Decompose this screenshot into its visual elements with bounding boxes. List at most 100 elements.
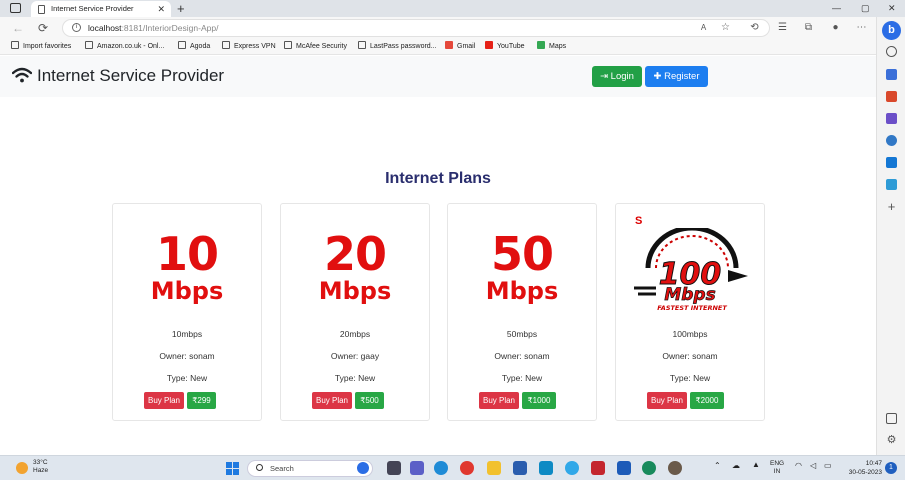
fav-lastpass[interactable]: LastPass password...	[358, 41, 437, 52]
brand[interactable]: Internet Service Provider	[11, 66, 225, 86]
task-view-icon[interactable]	[387, 461, 401, 475]
extensions-icon[interactable]: ⟲	[749, 22, 760, 33]
price-badge: ₹2000	[690, 392, 724, 409]
favorite-star-icon[interactable]: ☆	[720, 22, 731, 33]
minimize-button[interactable]: —	[832, 0, 841, 17]
vscode-icon[interactable]	[565, 461, 579, 475]
fav-express-vpn[interactable]: Express VPN	[222, 41, 276, 52]
word-icon[interactable]	[617, 461, 631, 475]
gmail-icon	[445, 41, 453, 49]
search-icon	[256, 464, 263, 471]
bing-icon	[357, 462, 369, 474]
maximize-button[interactable]: ▢	[861, 0, 870, 17]
clock[interactable]: 10:47 30-05-2023	[842, 459, 882, 477]
new-tab-button[interactable]: +	[177, 0, 185, 17]
plan-type: Type: New	[669, 373, 711, 383]
workspaces-icon[interactable]	[10, 3, 21, 13]
browser-tab[interactable]: Internet Service Provider ✕	[31, 1, 171, 17]
plan-card: 10 Mbps 10mbps Owner: sonam Type: New Buy…	[112, 203, 262, 421]
plan-card: 50 Mbps 50mbps Owner: sonam Type: New Buy…	[447, 203, 597, 421]
close-window-button[interactable]: ✕	[888, 0, 896, 17]
language-indicator[interactable]: ENG IN	[770, 460, 784, 476]
mcafee-icon[interactable]	[591, 461, 605, 475]
edge-sidebar: b + ⚙	[876, 17, 905, 455]
file-explorer-icon[interactable]	[487, 461, 501, 475]
chrome-icon[interactable]	[460, 461, 474, 475]
fav-agoda[interactable]: Agoda	[178, 41, 210, 52]
weather-widget[interactable]: 33°C Haze	[33, 459, 48, 475]
outlook-icon[interactable]	[886, 157, 897, 168]
battery-icon[interactable]: ▭	[824, 462, 832, 470]
bing-chat-icon[interactable]: b	[882, 21, 901, 40]
plan-image: 10 Mbps	[150, 227, 224, 305]
cloud-icon[interactable]: ☁	[732, 462, 740, 470]
svg-text:Mbps: Mbps	[664, 285, 715, 305]
games-icon[interactable]	[886, 113, 897, 124]
edge-icon[interactable]	[434, 461, 448, 475]
page-icon	[38, 5, 45, 14]
tray-app-icon[interactable]: ▲	[752, 461, 760, 469]
plan-owner: Owner: sonam	[662, 351, 718, 361]
notification-badge[interactable]: 1	[885, 462, 897, 474]
fav-mcafee[interactable]: McAfee Security	[284, 41, 347, 52]
fav-import[interactable]: Import favorites	[11, 41, 71, 52]
chat-icon[interactable]	[410, 461, 424, 475]
app-icon[interactable]	[668, 461, 682, 475]
fav-maps[interactable]: Maps	[537, 41, 566, 52]
fav-gmail[interactable]: Gmail	[445, 41, 475, 52]
youtube-icon	[485, 41, 493, 49]
site-navbar: Internet Service Provider ⇥ Login ✚ Regi…	[0, 56, 876, 97]
price-badge: ₹1000	[522, 392, 556, 409]
office-icon[interactable]	[886, 135, 897, 146]
refresh-icon[interactable]: ⟳	[38, 20, 48, 36]
taskbar-search[interactable]: Search	[247, 460, 373, 477]
url-bar[interactable]: i localhost:8181/InteriorDesign-App/	[62, 19, 770, 37]
plan-card: 20 Mbps 20mbps Owner: gaay Type: New Buy …	[280, 203, 430, 421]
wifi-icon[interactable]: ◠	[795, 462, 802, 470]
collections-icon[interactable]: ⧉	[803, 22, 814, 33]
login-button[interactable]: ⇥ Login	[592, 66, 642, 87]
tray-chevron-icon[interactable]: ⌃	[714, 462, 721, 470]
search-placeholder: Search	[270, 464, 294, 473]
plan-type: Type: New	[166, 373, 208, 383]
settings-gear-icon[interactable]: ⚙	[886, 435, 897, 446]
pulse-icon[interactable]	[539, 461, 553, 475]
store-icon[interactable]	[513, 461, 527, 475]
sidebar-toggle-icon[interactable]	[886, 413, 897, 424]
profile-icon[interactable]: ●	[830, 22, 841, 33]
brand-title: Internet Service Provider	[37, 66, 225, 85]
weather-haze-icon[interactable]	[16, 462, 28, 474]
plan-owner: Owner: sonam	[494, 351, 550, 361]
tools-icon[interactable]	[886, 91, 897, 102]
register-button[interactable]: ✚ Register	[645, 66, 708, 87]
more-menu-icon[interactable]: ⋯	[856, 22, 867, 33]
buy-plan-button[interactable]: Buy Plan	[144, 392, 184, 409]
page-icon	[222, 41, 230, 49]
buy-plan-button[interactable]: Buy Plan	[479, 392, 519, 409]
windows-start-icon[interactable]	[226, 462, 239, 475]
import-icon	[11, 41, 19, 49]
brand-logo-icon: S	[635, 215, 643, 227]
page-icon	[358, 41, 366, 49]
speedometer-logo: 100 Mbps FASTEST INTERNET	[634, 228, 748, 312]
fav-amazon[interactable]: Amazon.co.uk - Onl...	[85, 41, 164, 52]
search-icon[interactable]	[886, 46, 897, 57]
volume-icon[interactable]: ◁	[810, 462, 816, 470]
buy-plan-button[interactable]: Buy Plan	[647, 392, 687, 409]
favorites-icon[interactable]: ☰	[777, 22, 788, 33]
edge-dev-icon[interactable]	[642, 461, 656, 475]
fav-youtube[interactable]: YouTube	[485, 41, 525, 52]
address-toolbar: ← ⟳ i localhost:8181/InteriorDesign-App/…	[0, 17, 876, 39]
add-icon[interactable]: +	[886, 200, 897, 213]
page-icon	[178, 41, 186, 49]
buy-plan-button[interactable]: Buy Plan	[312, 392, 352, 409]
shopping-icon[interactable]	[886, 69, 897, 80]
read-aloud-icon[interactable]: A	[698, 22, 709, 33]
weather-condition: Haze	[33, 467, 49, 474]
drop-icon[interactable]	[886, 179, 897, 190]
close-tab-icon[interactable]: ✕	[157, 1, 165, 17]
page-icon	[85, 41, 93, 49]
site-info-icon[interactable]: i	[72, 23, 81, 32]
favorites-bar: Import favorites Amazon.co.uk - Onl... A…	[0, 39, 876, 55]
back-arrow-icon[interactable]: ←	[12, 20, 24, 36]
